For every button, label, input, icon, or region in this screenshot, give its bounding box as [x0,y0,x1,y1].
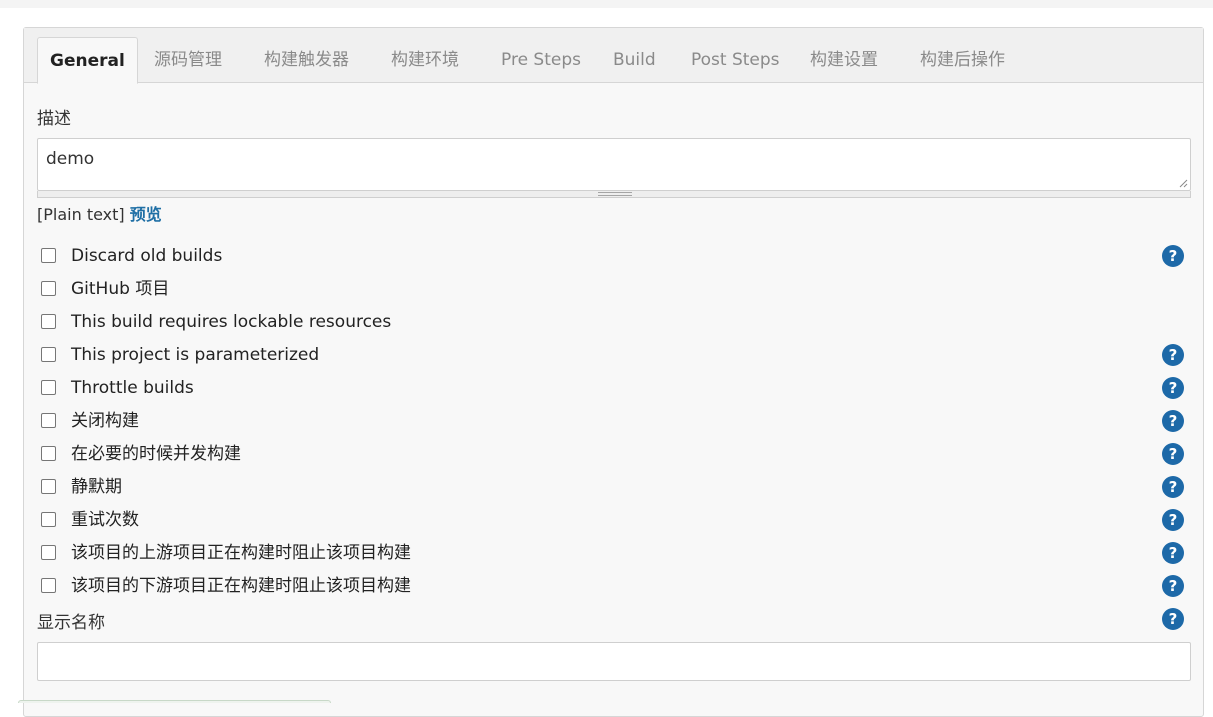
checkbox[interactable] [41,281,56,296]
description-value: demo [46,149,95,169]
tab-post-build-actions[interactable]: 构建后操作 [920,37,1005,83]
question-circle-icon[interactable]: ? [1162,542,1184,564]
option-discard-old-builds: Discard old builds [41,244,1181,268]
preview-link[interactable]: 预览 [130,205,162,224]
option-label[interactable]: 该项目的上游项目正在构建时阻止该项目构建 [71,541,411,565]
question-circle-icon[interactable]: ? [1162,443,1184,465]
option-retry-count: 重试次数 [41,508,1181,532]
checkbox[interactable] [41,479,56,494]
checkbox[interactable] [41,248,56,263]
option-label[interactable]: This project is parameterized [71,343,319,367]
option-label[interactable]: 静默期 [71,475,122,499]
option-label[interactable]: 重试次数 [71,508,139,532]
tab-source-code-management[interactable]: 源码管理 [154,37,222,83]
display-name-label: 显示名称 [37,613,105,633]
option-label[interactable]: 关闭构建 [71,409,139,433]
config-tab-bar: General 源码管理 构建触发器 构建环境 Pre Steps Build … [24,28,1203,84]
option-quiet-period: 静默期 [41,475,1181,499]
option-label[interactable]: Discard old builds [71,244,222,268]
question-circle-icon[interactable]: ? [1162,344,1184,366]
question-circle-icon[interactable]: ? [1162,377,1184,399]
description-textarea[interactable]: demo [37,138,1191,191]
checkbox[interactable] [41,545,56,560]
question-circle-icon[interactable]: ? [1162,608,1184,630]
tab-general[interactable]: General [37,37,138,84]
question-circle-icon[interactable]: ? [1162,509,1184,531]
tab-build[interactable]: Build [613,37,656,83]
tab-pre-steps[interactable]: Pre Steps [501,37,581,83]
checkbox[interactable] [41,314,56,329]
question-circle-icon[interactable]: ? [1162,410,1184,432]
checkbox[interactable] [41,347,56,362]
top-strip [0,0,1213,8]
checkbox[interactable] [41,512,56,527]
description-label: 描述 [37,109,71,129]
option-disable-build: 关闭构建 [41,409,1181,433]
option-label[interactable]: 在必要的时候并发构建 [71,442,241,466]
option-github-project: GitHub 项目 [41,277,1181,301]
question-circle-icon[interactable]: ? [1162,245,1184,267]
description-format-line: [Plain text] 预览 [37,201,162,225]
format-text: [Plain text] [37,205,125,224]
question-circle-icon[interactable]: ? [1162,575,1184,597]
option-lockable-resources: This build requires lockable resources [41,310,1181,334]
option-block-downstream: 该项目的下游项目正在构建时阻止该项目构建 [41,574,1181,598]
textarea-drag-handle[interactable] [37,191,1191,198]
tab-post-steps[interactable]: Post Steps [691,37,780,83]
checkbox[interactable] [41,413,56,428]
tab-build-environment[interactable]: 构建环境 [391,37,459,83]
job-config-panel: General 源码管理 构建触发器 构建环境 Pre Steps Build … [23,27,1204,717]
tab-build-settings[interactable]: 构建设置 [810,37,878,83]
option-parameterized: This project is parameterized [41,343,1181,367]
display-name-input[interactable] [37,642,1191,681]
checkbox[interactable] [41,578,56,593]
option-label[interactable]: Throttle builds [71,376,194,400]
option-block-upstream: 该项目的上游项目正在构建时阻止该项目构建 [41,541,1181,565]
checkbox[interactable] [41,380,56,395]
option-label[interactable]: This build requires lockable resources [71,310,391,334]
option-concurrent-builds: 在必要的时候并发构建 [41,442,1181,466]
resize-grip-icon[interactable] [1178,178,1188,188]
option-label[interactable]: 该项目的下游项目正在构建时阻止该项目构建 [71,574,411,598]
tab-build-triggers[interactable]: 构建触发器 [264,37,349,83]
question-circle-icon[interactable]: ? [1162,476,1184,498]
checkbox[interactable] [41,446,56,461]
option-label[interactable]: GitHub 项目 [71,277,169,301]
drag-grip-icon [598,192,632,196]
option-throttle-builds: Throttle builds [41,376,1181,400]
